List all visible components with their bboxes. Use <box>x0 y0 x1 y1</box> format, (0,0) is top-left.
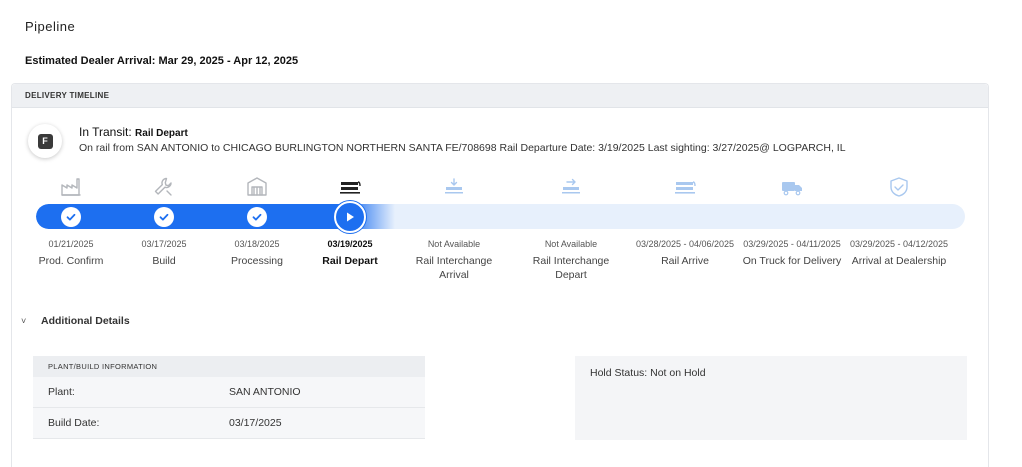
rail-depart-icon <box>559 175 583 199</box>
stage-date: Not Available <box>427 239 481 249</box>
status-title: In Transit: Rail Depart <box>79 125 188 139</box>
estimated-arrival: Estimated Dealer Arrival: Mar 29, 2025 -… <box>25 55 299 67</box>
stage-date: 03/29/2025 - 04/11/2025 <box>743 239 841 249</box>
play-icon <box>334 201 366 233</box>
stage-date: 03/17/2025 <box>141 239 187 249</box>
hold-status-text: Hold Status: Not on Hold <box>590 367 706 379</box>
hold-status-panel: Hold Status: Not on Hold <box>575 356 967 440</box>
build-date-label: Build Date: <box>48 417 100 429</box>
wrench-icon <box>152 175 176 199</box>
shield-check-icon <box>887 175 911 199</box>
build-date-value: 03/17/2025 <box>229 417 282 429</box>
train-icon <box>673 175 697 199</box>
stage-date: 03/28/2025 - 04/06/2025 <box>635 239 735 249</box>
timeline-stage: 03/28/2025 - 04/06/2025 Rail Arrive <box>635 237 735 268</box>
plant-build-table: PLANT/BUILD INFORMATION Plant: SAN ANTON… <box>33 356 425 439</box>
stage-name: Rail Interchange Arrival <box>415 255 493 281</box>
stage-date: 03/18/2025 <box>234 239 280 249</box>
stage-name: Rail Arrive <box>661 255 709 267</box>
card-header: DELIVERY TIMELINE <box>12 84 988 108</box>
plant-table-header: PLANT/BUILD INFORMATION <box>33 356 425 377</box>
stage-name: On Truck for Delivery <box>742 255 842 267</box>
stage-name: Build <box>152 255 176 267</box>
table-row: Plant: SAN ANTONIO <box>33 377 425 408</box>
status-prefix: In Transit: <box>79 125 132 139</box>
timeline-stage: Not Available Rail Interchange Depart <box>521 237 621 282</box>
status-description: On rail from SAN ANTONIO to CHICAGO BURL… <box>79 142 846 154</box>
timeline-stage: 01/21/2025 Prod. Confirm <box>21 237 121 268</box>
timeline-stage: 03/19/2025 Rail Depart <box>300 237 400 268</box>
check-icon <box>154 207 174 227</box>
additional-details-label: Additional Details <box>41 315 130 327</box>
factory-icon <box>59 175 83 199</box>
page-title: Pipeline <box>25 19 76 34</box>
stage-date: 03/29/2025 - 04/12/2025 <box>849 239 949 249</box>
stage-date: 03/19/2025 <box>327 239 373 249</box>
stage-name: Rail Interchange Depart <box>532 255 610 281</box>
plant-value: SAN ANTONIO <box>229 386 301 398</box>
chevron-down-icon: ˅ <box>21 316 27 326</box>
delivery-timeline-card: DELIVERY TIMELINE F In Transit: Rail Dep… <box>11 83 989 467</box>
check-icon <box>247 207 267 227</box>
dealer-avatar: F <box>28 124 62 158</box>
progress-track <box>36 204 965 229</box>
stage-name: Arrival at Dealership <box>851 255 947 267</box>
stage-name: Processing <box>231 255 283 267</box>
stage-date: Not Available <box>544 239 598 249</box>
truck-icon <box>780 175 804 199</box>
timeline-stage: 03/29/2025 - 04/11/2025 On Truck for Deli… <box>742 237 842 268</box>
plant-label: Plant: <box>48 386 75 398</box>
check-icon <box>61 207 81 227</box>
timeline-stage: 03/17/2025 Build <box>114 237 214 268</box>
processing-icon <box>245 175 269 199</box>
timeline-stage: 03/18/2025 Processing <box>207 237 307 268</box>
timeline-stage: 03/29/2025 - 04/12/2025 Arrival at Dealer… <box>849 237 949 268</box>
timeline-stage: Not Available Rail Interchange Arrival <box>404 237 504 282</box>
stage-name: Rail Depart <box>322 255 378 267</box>
avatar-letter: F <box>37 133 53 149</box>
rail-arrival-icon <box>442 175 466 199</box>
stage-date: 01/21/2025 <box>48 239 94 249</box>
table-row: Build Date: 03/17/2025 <box>33 408 425 439</box>
status-stage: Rail Depart <box>135 128 188 139</box>
stage-name: Prod. Confirm <box>38 255 104 267</box>
additional-details-toggle[interactable]: ˅ Additional Details <box>21 315 130 327</box>
train-icon <box>338 175 362 199</box>
